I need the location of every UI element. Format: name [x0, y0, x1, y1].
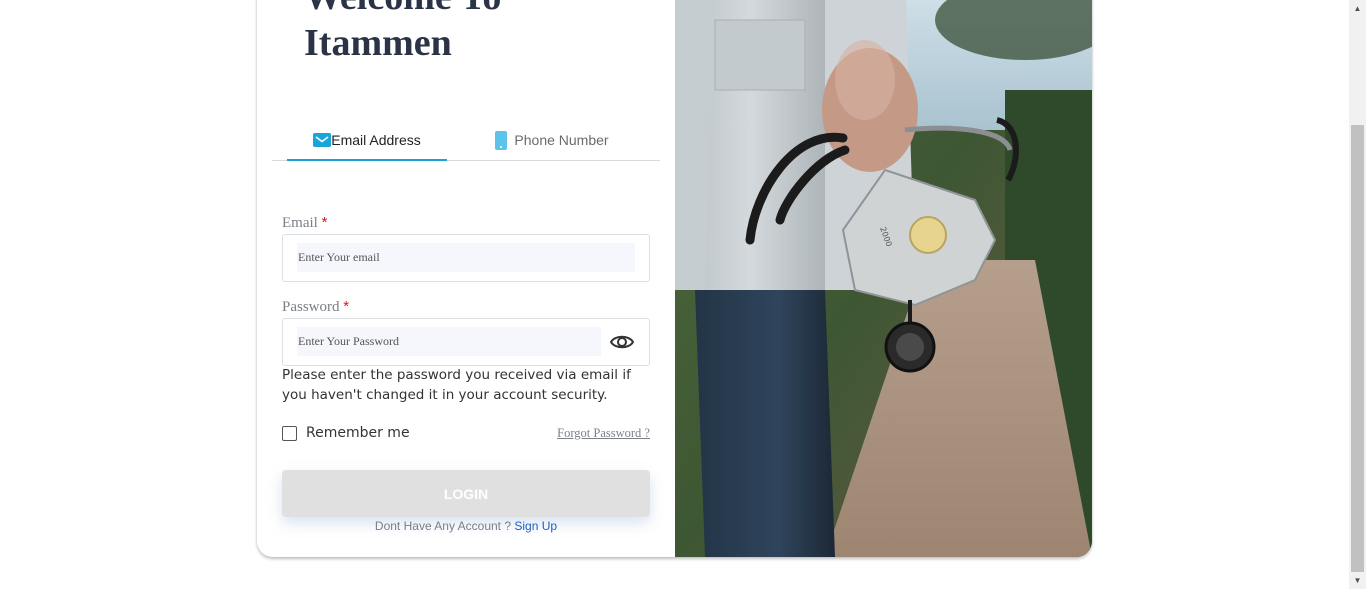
page-title: Welcome To Itammen — [304, 0, 664, 66]
forgot-password-link[interactable]: Forgot Password ? — [557, 426, 650, 441]
title-line-1: Welcome To — [304, 0, 664, 20]
remember-label: Remember me — [306, 425, 410, 441]
remember-me[interactable]: Remember me — [282, 425, 410, 441]
password-hint: Please enter the password you received v… — [282, 367, 631, 403]
password-label: Password * — [282, 298, 349, 316]
email-label-text: Email — [282, 215, 318, 231]
scroll-down-arrow[interactable]: ▼ — [1349, 572, 1366, 589]
tab-email-address[interactable]: Email Address — [287, 120, 447, 160]
eye-icon[interactable] — [609, 331, 635, 353]
title-line-2: Itammen — [304, 22, 452, 64]
tab-email-label: Email Address — [331, 132, 421, 148]
tab-phone-number[interactable]: Phone Number — [467, 120, 637, 160]
login-form-panel: Welcome To Itammen Email Address Phone N… — [257, 0, 675, 557]
password-label-text: Password — [282, 299, 340, 315]
remember-checkbox[interactable] — [282, 425, 297, 441]
scroll-up-arrow[interactable]: ▲ — [1349, 0, 1366, 17]
login-page: Welcome To Itammen Email Address Phone N… — [0, 0, 1366, 589]
login-method-tabs: Email Address Phone Number — [272, 120, 660, 161]
email-field-box — [282, 234, 650, 282]
required-mark: * — [343, 298, 350, 315]
mail-icon — [313, 133, 332, 147]
password-field-box — [282, 318, 650, 366]
active-tab-indicator — [287, 159, 447, 161]
email-input[interactable] — [297, 243, 635, 272]
signup-prompt: Dont Have Any Account ? — [374, 519, 512, 533]
login-card: Welcome To Itammen Email Address Phone N… — [257, 0, 1092, 557]
page-scrollbar[interactable]: ▲ ▼ — [1349, 0, 1366, 589]
side-photo: 2000 — [675, 0, 1092, 557]
email-label: Email * — [282, 214, 327, 232]
doctor-photo-illustration: 2000 — [675, 0, 1092, 557]
tab-phone-label: Phone Number — [514, 132, 609, 148]
password-input[interactable] — [297, 327, 601, 356]
required-mark: * — [321, 214, 328, 231]
signup-row: Dont Have Any Account ? Sign Up — [282, 519, 650, 533]
scroll-thumb[interactable] — [1351, 125, 1364, 572]
signup-link[interactable]: Sign Up — [514, 519, 557, 533]
phone-icon — [495, 130, 508, 150]
login-button[interactable]: LOGIN — [282, 470, 650, 517]
